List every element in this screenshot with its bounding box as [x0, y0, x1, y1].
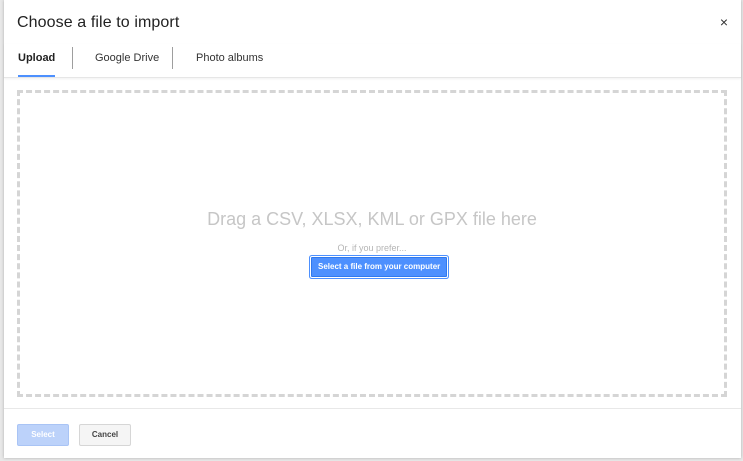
tab-photo-albums[interactable]: Photo albums: [196, 44, 263, 75]
dialog-title: Choose a file to import: [17, 14, 180, 31]
tab-upload-label: Upload: [18, 52, 56, 64]
drop-zone-alt-text: Or, if you prefer...: [337, 243, 407, 253]
tab-divider: [172, 47, 173, 69]
tab-photo-albums-label: Photo albums: [196, 52, 264, 64]
active-tab-indicator: [18, 75, 56, 77]
drop-zone-headline: Drag a CSV, XLSX, KML or GPX file here: [207, 209, 537, 229]
tab-google-drive[interactable]: Google Drive: [95, 44, 159, 75]
close-icon[interactable]: ×: [717, 15, 731, 29]
tab-divider: [72, 47, 73, 69]
tab-upload[interactable]: Upload: [18, 44, 56, 77]
dialog-footer: Select Cancel: [4, 408, 741, 459]
tab-google-drive-label: Google Drive: [95, 52, 160, 64]
select-button[interactable]: Select: [17, 424, 69, 446]
cancel-button[interactable]: Cancel: [79, 424, 131, 446]
file-drop-zone[interactable]: Drag a CSV, XLSX, KML or GPX file here O…: [17, 90, 727, 397]
select-file-from-computer-button[interactable]: Select a file from your computer: [309, 256, 449, 278]
tab-bar: Upload Google Drive Photo albums: [4, 44, 741, 78]
import-dialog: Choose a file to import × Upload Google …: [4, 0, 741, 458]
